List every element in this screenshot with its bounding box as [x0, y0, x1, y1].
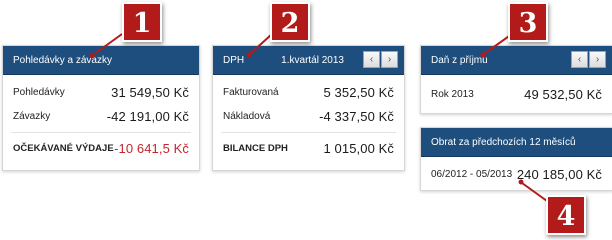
turnover-header: Obrat za předchozích 12 měsíců: [421, 128, 612, 157]
liabilities-value: -42 191,00 Kč: [106, 109, 189, 124]
expected-expenses-value: -10 641,5 Kč: [114, 141, 189, 156]
expected-expenses-row: OČEKÁVANÉ VÝDAJE -10 641,5 Kč: [3, 137, 199, 161]
income-tax-prev-button[interactable]: ‹: [571, 51, 588, 68]
callout-marker-3: 3: [508, 2, 548, 42]
income-tax-header: Daň z příjmu ‹ ›: [421, 46, 612, 75]
income-tax-widget: Daň z příjmu ‹ › Rok 2013 49 532,50 Kč: [420, 45, 612, 114]
vat-input-label: Nákladová: [223, 111, 271, 122]
income-tax-title: Daň z příjmu: [431, 55, 488, 66]
turnover-value: 240 185,00 Kč: [516, 167, 602, 182]
vat-balance-value: 1 015,00 Kč: [323, 141, 394, 156]
vat-prev-button[interactable]: ‹: [363, 51, 380, 68]
receivables-header: Pohledávky a závazky: [3, 46, 199, 75]
vat-input-value: -4 337,50 Kč: [319, 109, 394, 124]
income-tax-period-nav: ‹ ›: [571, 51, 606, 68]
vat-header: DPH 1.kvartál 2013 ‹ ›: [213, 46, 404, 75]
income-tax-row: Rok 2013 49 532,50 Kč: [421, 83, 612, 107]
divider: [11, 132, 191, 133]
vat-output-value: 5 352,50 Kč: [323, 85, 394, 100]
liabilities-row: Závazky -42 191,00 Kč: [3, 105, 199, 129]
receivables-widget: Pohledávky a závazky Pohledávky 31 549,5…: [2, 45, 200, 171]
vat-widget: DPH 1.kvartál 2013 ‹ › Fakturovaná 5 352…: [212, 45, 405, 171]
income-tax-value: 49 532,50 Kč: [524, 87, 602, 102]
income-tax-next-button[interactable]: ›: [589, 51, 606, 68]
expected-expenses-label: OČEKÁVANÉ VÝDAJE: [13, 143, 114, 154]
turnover-widget: Obrat za předchozích 12 měsíců 06/2012 -…: [420, 127, 612, 191]
turnover-label: 06/2012 - 05/2013: [431, 169, 513, 180]
vat-title: DPH: [223, 55, 245, 66]
vat-balance-row: BILANCE DPH 1 015,00 Kč: [213, 137, 404, 161]
chevron-right-icon: ›: [387, 54, 392, 65]
chevron-left-icon: ‹: [577, 54, 582, 65]
chevron-right-icon: ›: [595, 54, 600, 65]
receivables-row: Pohledávky 31 549,50 Kč: [3, 81, 199, 105]
vat-period: 1.kvartál 2013: [281, 55, 344, 66]
vat-period-nav: ‹ ›: [363, 51, 398, 68]
receivables-title: Pohledávky a závazky: [13, 55, 112, 66]
vat-output-row: Fakturovaná 5 352,50 Kč: [213, 81, 404, 105]
chevron-left-icon: ‹: [369, 54, 374, 65]
income-tax-label: Rok 2013: [431, 89, 474, 100]
receivables-label: Pohledávky: [13, 87, 65, 98]
vat-input-row: Nákladová -4 337,50 Kč: [213, 105, 404, 129]
vat-output-label: Fakturovaná: [223, 87, 279, 98]
vat-balance-label: BILANCE DPH: [223, 143, 288, 154]
divider: [221, 132, 396, 133]
liabilities-label: Závazky: [13, 111, 51, 122]
receivables-value: 31 549,50 Kč: [111, 85, 189, 100]
vat-next-button[interactable]: ›: [381, 51, 398, 68]
turnover-title: Obrat za předchozích 12 měsíců: [431, 137, 576, 148]
callout-marker-2: 2: [270, 2, 310, 42]
callout-marker-4: 4: [546, 195, 586, 235]
callout-marker-1: 1: [122, 2, 162, 42]
turnover-row: 06/2012 - 05/2013 240 185,00 Kč: [421, 163, 612, 187]
